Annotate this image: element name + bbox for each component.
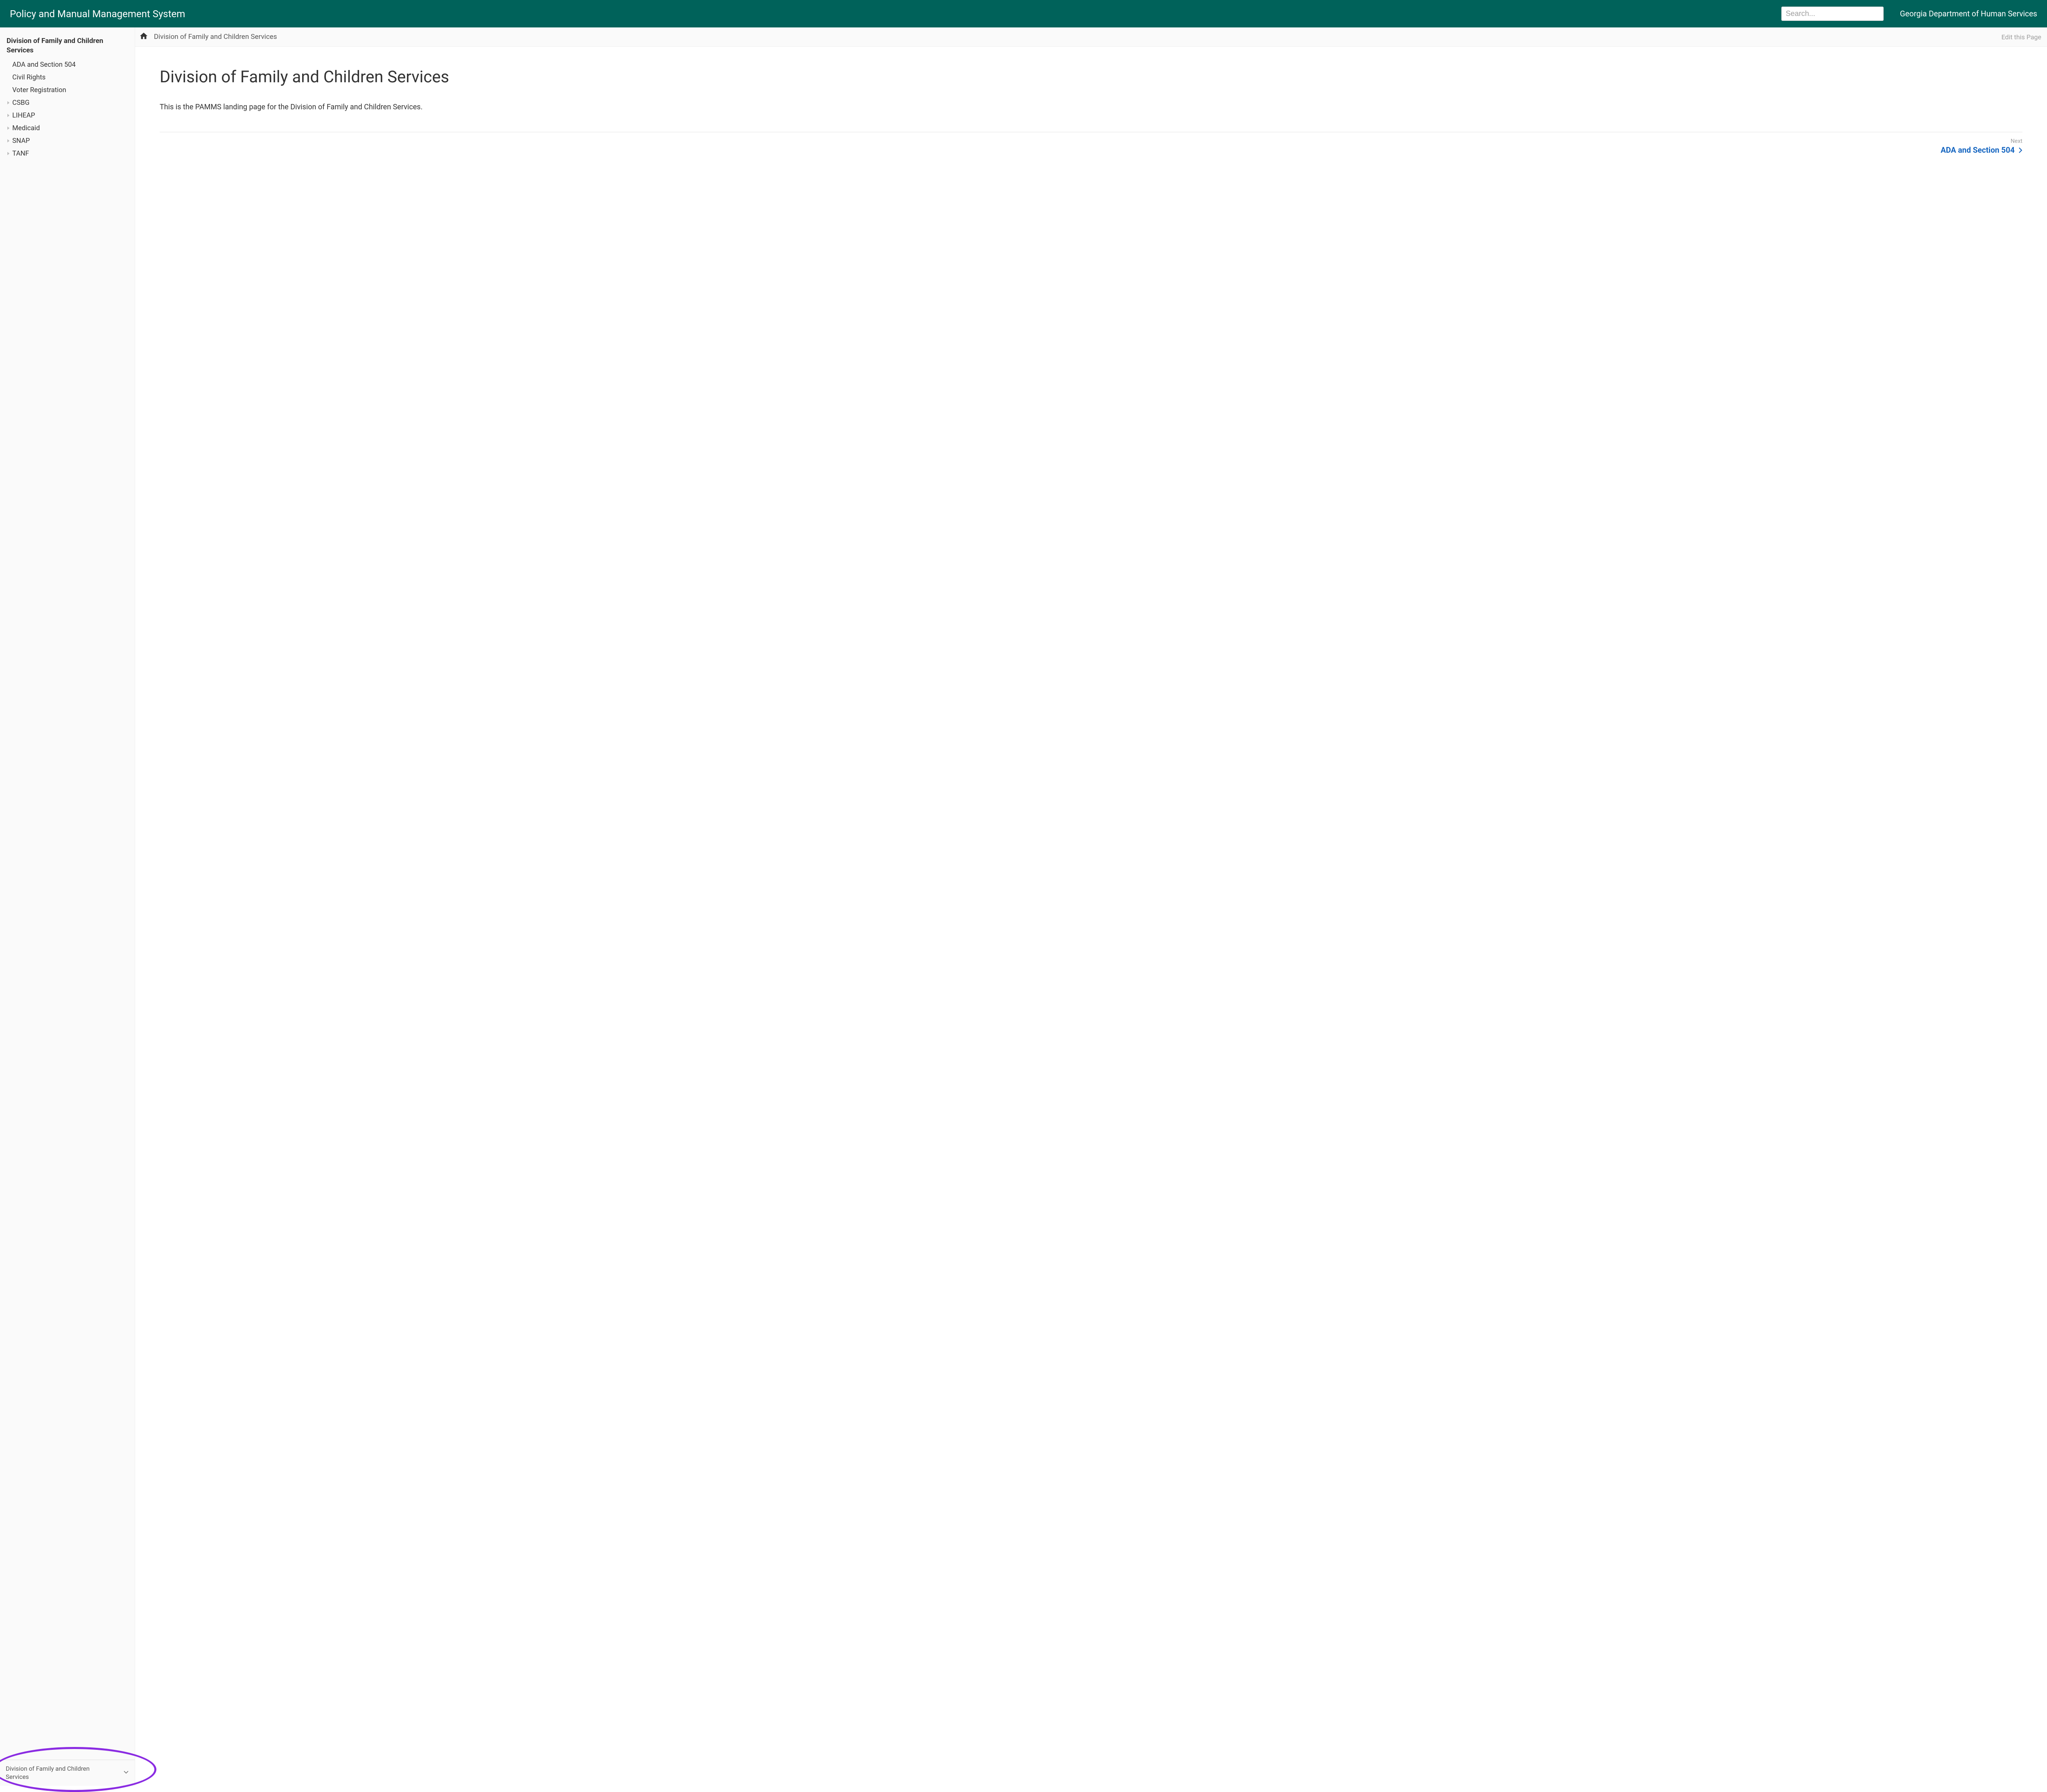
sidebar-section-title[interactable]: Division of Family and Children Services xyxy=(3,34,131,59)
sidebar-item-label: ADA and Section 504 xyxy=(12,61,76,69)
home-icon[interactable] xyxy=(139,32,148,42)
main-content: Division of Family and Children Services… xyxy=(135,27,2047,1786)
sidebar-item-label: CSBG xyxy=(12,99,29,107)
caret-right-icon[interactable] xyxy=(6,151,11,156)
sidebar-item-label: LIHEAP xyxy=(12,112,35,120)
pager-next[interactable]: Next ADA and Section 504 xyxy=(1941,138,2022,155)
sidebar-item-tanf[interactable]: TANF xyxy=(3,147,131,160)
caret-right-icon[interactable] xyxy=(6,139,11,143)
sidebar-item-csbg[interactable]: CSBG xyxy=(3,97,131,109)
sidebar-item-medicaid[interactable]: Medicaid xyxy=(3,122,131,135)
caret-right-icon[interactable] xyxy=(6,113,11,118)
sidebar-item-label: SNAP xyxy=(12,137,30,145)
sidebar-item-liheap[interactable]: LIHEAP xyxy=(3,109,131,122)
site-title[interactable]: Policy and Manual Management System xyxy=(10,8,185,20)
department-link[interactable]: Georgia Department of Human Services xyxy=(1900,9,2037,18)
sidebar-nav: Division of Family and Children Services… xyxy=(0,31,135,160)
page-title: Division of Family and Children Services xyxy=(160,67,2022,86)
caret-right-icon[interactable] xyxy=(6,101,11,105)
sidebar-item-label: Voter Registration xyxy=(12,86,66,94)
edit-page-link[interactable]: Edit this Page xyxy=(2002,33,2041,41)
page-toolbar: Division of Family and Children Services… xyxy=(135,27,2047,47)
sidebar-division-selector[interactable]: Division of Family and Children Services xyxy=(0,1760,135,1786)
sidebar-item-civil-rights[interactable]: Civil Rights xyxy=(3,71,131,84)
search-input[interactable] xyxy=(1781,7,1884,21)
site-header: Policy and Manual Management System Geor… xyxy=(0,0,2047,27)
sidebar-item-label: Civil Rights xyxy=(12,74,45,81)
sidebar: Division of Family and Children Services… xyxy=(0,27,135,1786)
sidebar-item-snap[interactable]: SNAP xyxy=(3,135,131,147)
sidebar-item-ada[interactable]: ADA and Section 504 xyxy=(3,59,131,71)
sidebar-item-voter-registration[interactable]: Voter Registration xyxy=(3,84,131,97)
sidebar-item-label: TANF xyxy=(12,150,29,158)
sidebar-item-label: Medicaid xyxy=(12,124,40,132)
chevron-down-icon xyxy=(123,1769,129,1777)
page-body: This is the PAMMS landing page for the D… xyxy=(160,103,2022,111)
chevron-right-icon xyxy=(2019,147,2022,153)
pager: Next ADA and Section 504 xyxy=(160,138,2022,155)
caret-right-icon[interactable] xyxy=(6,126,11,130)
division-selector-label: Division of Family and Children Services xyxy=(6,1765,108,1781)
breadcrumb[interactable]: Division of Family and Children Services xyxy=(154,33,277,41)
pager-next-label: Next xyxy=(1941,138,2022,145)
pager-next-title: ADA and Section 504 xyxy=(1941,145,2015,155)
